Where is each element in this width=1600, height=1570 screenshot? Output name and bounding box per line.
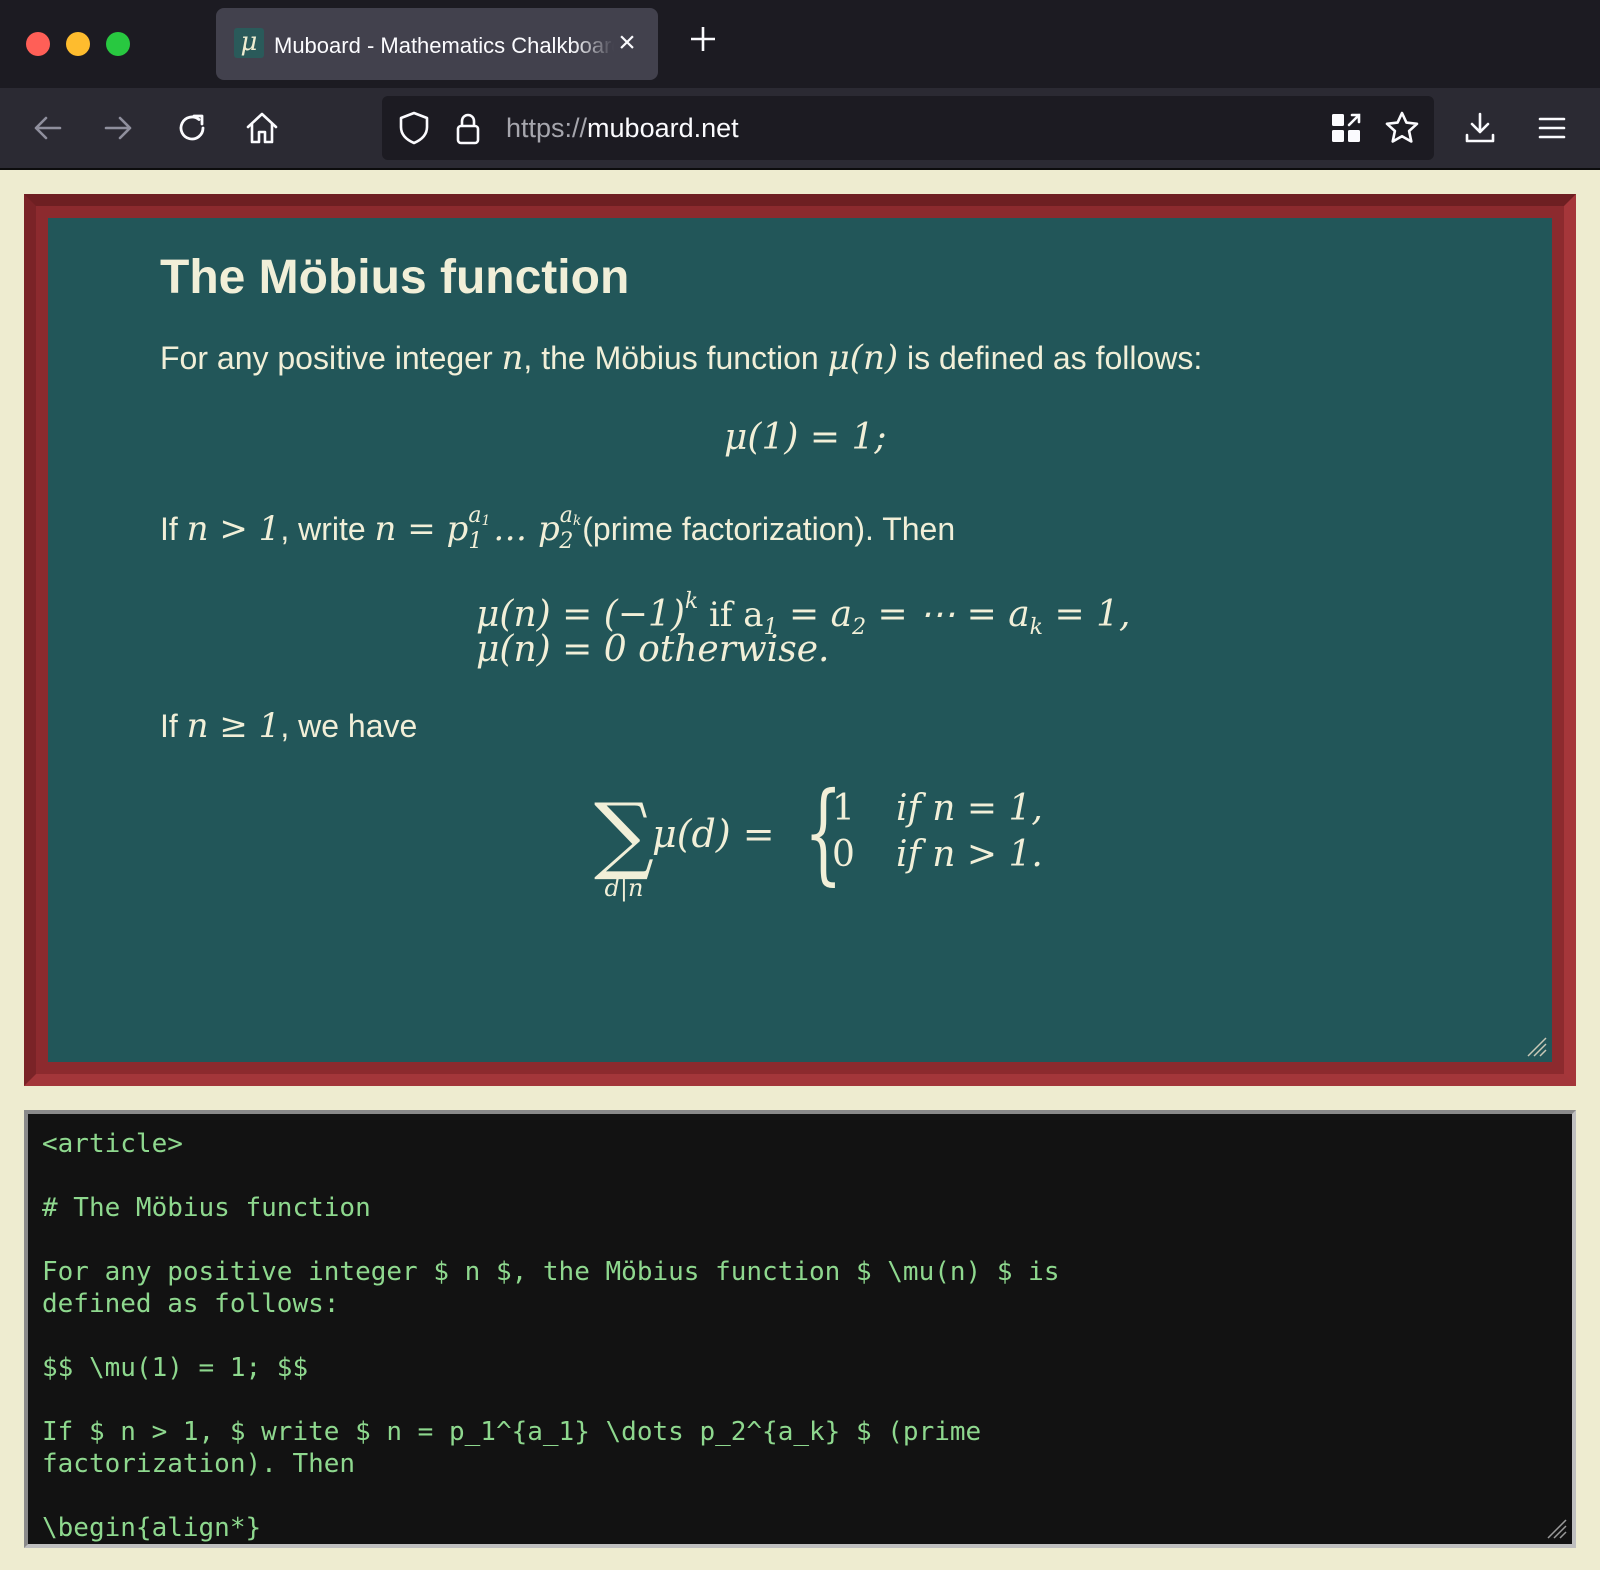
- board-resize-handle[interactable]: [1524, 1034, 1548, 1058]
- math-mu-n: μ(n): [827, 338, 899, 378]
- summation-term: μ(d) =: [652, 812, 775, 856]
- text: , write: [280, 511, 375, 547]
- close-tab-icon[interactable]: ×: [612, 28, 642, 58]
- case-value: 0: [832, 834, 855, 875]
- text: , the Möbius function: [523, 340, 828, 376]
- back-arrow-icon: [34, 116, 62, 140]
- text: If: [160, 708, 187, 744]
- bookmark-button[interactable]: [1384, 110, 1420, 146]
- home-icon: [246, 112, 278, 144]
- app-menu-button[interactable]: [1534, 110, 1570, 146]
- reload-icon: [179, 114, 205, 141]
- tracking-protection-button[interactable]: [396, 110, 432, 146]
- download-icon: [1465, 112, 1495, 143]
- cases: 1 if n = 1, 0 if n > 1.: [832, 786, 1043, 878]
- text: (prime factorization). Then: [573, 511, 956, 547]
- browser-window: μ Muboard - Mathematics Chalkboard × htt…: [0, 0, 1600, 170]
- home-button[interactable]: [244, 110, 280, 146]
- forward-button[interactable]: [100, 110, 136, 146]
- sum-equation: ∑ d|n μ(d) = { 1 if n = 1, 0 if n > 1.: [588, 768, 1108, 926]
- text: If: [160, 511, 187, 547]
- markdown-editor[interactable]: <article> # The Möbius function For any …: [24, 1110, 1576, 1548]
- tab-title: Muboard - Mathematics Chalkboard: [274, 33, 614, 58]
- case-condition: if n = 1,: [896, 788, 1043, 829]
- cases-brace: {: [804, 768, 843, 896]
- reload-button[interactable]: [174, 110, 210, 146]
- article-title: The Möbius function: [160, 251, 630, 304]
- align-line-2: μ(n) = 0 otherwise.: [476, 629, 830, 670]
- url-text[interactable]: https://muboard.net: [506, 112, 739, 144]
- math-n-ge-1: n ≥ 1: [186, 706, 281, 746]
- title-bar: μ Muboard - Mathematics Chalkboard ×: [0, 0, 1600, 88]
- star-icon: [1385, 111, 1419, 143]
- summation-index: d|n: [604, 874, 644, 902]
- math-n-gt-1: n > 1: [186, 509, 281, 549]
- site-info-button[interactable]: [450, 110, 486, 146]
- case-row: 1 if n = 1,: [832, 786, 1043, 832]
- url-scheme: https://: [506, 113, 588, 143]
- new-tab-button[interactable]: [688, 24, 718, 54]
- qr-code-icon: [1332, 113, 1361, 142]
- downloads-button[interactable]: [1462, 110, 1498, 146]
- math-n: n: [501, 338, 524, 378]
- math-factorization: n = pa11 … pak2: [374, 503, 582, 554]
- text: , we have: [280, 708, 418, 744]
- close-window-button[interactable]: [26, 32, 50, 56]
- back-button[interactable]: [30, 110, 66, 146]
- mu-favicon-icon: μ: [234, 28, 264, 58]
- editor-source-text[interactable]: <article> # The Möbius function For any …: [42, 1128, 1542, 1544]
- paragraph-sum: If n ≥ 1, we have: [160, 706, 417, 746]
- equation-mu-1: μ(1) = 1;: [724, 417, 887, 458]
- paragraph-definition: For any positive integer n, the Möbius f…: [160, 338, 1202, 378]
- chalkboard: The Möbius function For any positive int…: [48, 218, 1552, 1062]
- shield-icon: [399, 111, 429, 145]
- resize-grip-icon: [1527, 1037, 1547, 1057]
- url-host: muboard.net: [587, 113, 739, 143]
- tab-muboard[interactable]: μ Muboard - Mathematics Chalkboard ×: [216, 8, 658, 80]
- text: is defined as follows:: [898, 340, 1203, 376]
- case-row: 0 if n > 1.: [832, 832, 1043, 878]
- case-condition: if n > 1.: [896, 834, 1043, 875]
- plus-icon: [691, 27, 715, 51]
- summation-symbol: ∑: [594, 785, 654, 883]
- text: For any positive integer: [160, 340, 502, 376]
- resize-grip-icon: [1547, 1519, 1567, 1539]
- paragraph-factorization: If n > 1, write n = pa11 … pak2 (prime f…: [160, 496, 955, 562]
- minimize-window-button[interactable]: [66, 32, 90, 56]
- maximize-window-button[interactable]: [106, 32, 130, 56]
- nav-toolbar: https://muboard.net: [0, 88, 1600, 170]
- forward-arrow-icon: [104, 116, 132, 140]
- address-bar[interactable]: https://muboard.net: [382, 96, 1434, 160]
- lock-icon: [456, 113, 480, 145]
- qr-code-button[interactable]: [1328, 110, 1364, 146]
- case-value: 1: [832, 788, 855, 829]
- hamburger-menu-icon: [1538, 117, 1566, 139]
- editor-resize-handle[interactable]: [1544, 1516, 1568, 1540]
